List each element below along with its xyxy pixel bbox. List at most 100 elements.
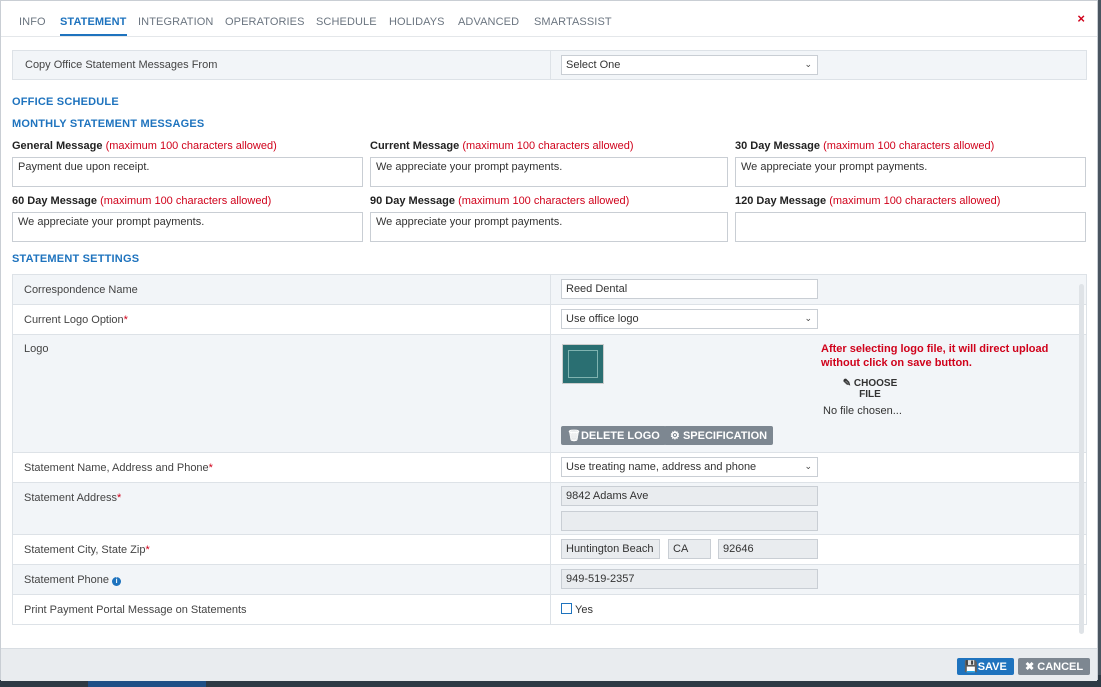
- choose-file-label: CHOOSE FILE: [853, 378, 898, 400]
- logo-row: Logo After selecting logo file, it will …: [13, 335, 1086, 453]
- current-message-label-text: Current Message: [370, 140, 460, 152]
- state-input[interactable]: CA: [668, 539, 711, 559]
- statement-phone-row: Statement Phone i 949-519-2357: [13, 565, 1086, 595]
- day90-message-input[interactable]: We appreciate your prompt payments.: [370, 212, 728, 242]
- row-divider: [550, 535, 551, 564]
- logo-label: Logo: [24, 343, 49, 355]
- tab-operatories[interactable]: OPERATORIES: [225, 16, 305, 28]
- row-divider: [550, 305, 551, 334]
- statement-phone-label: Statement Phone i: [24, 574, 122, 586]
- logo-option-label-text: Current Logo Option: [24, 314, 124, 326]
- day120-message-label: 120 Day Message (maximum 100 characters …: [735, 195, 1000, 207]
- gears-icon: ⚙: [670, 430, 680, 442]
- trash-icon: 🗑: [567, 430, 581, 442]
- current-message-note: (maximum 100 characters allowed): [462, 140, 634, 152]
- name-address-phone-label: Statement Name, Address and Phone*: [24, 462, 213, 474]
- row-divider: [550, 275, 551, 304]
- general-message-label: General Message (maximum 100 characters …: [12, 140, 277, 152]
- correspondence-name-input[interactable]: Reed Dental: [561, 279, 818, 299]
- city-state-zip-row: Statement City, State Zip* Huntington Be…: [13, 535, 1086, 565]
- info-icon[interactable]: i: [112, 577, 122, 586]
- day60-message-note: (maximum 100 characters allowed): [100, 195, 272, 207]
- day60-message-label-text: 60 Day Message: [12, 195, 97, 207]
- office-schedule-title: OFFICE SCHEDULE: [12, 96, 119, 108]
- vertical-scrollbar[interactable]: [1079, 284, 1084, 634]
- close-icon[interactable]: ×: [1077, 11, 1085, 26]
- day90-message-label-text: 90 Day Message: [370, 195, 455, 207]
- office-settings-modal: INFO STATEMENT INTEGRATION OPERATORIES S…: [0, 0, 1098, 681]
- delete-logo-label: DELETE LOGO: [580, 430, 660, 442]
- row-divider: [550, 565, 551, 594]
- tab-info[interactable]: INFO: [19, 16, 46, 28]
- day90-message-note: (maximum 100 characters allowed): [458, 195, 630, 207]
- statement-phone-label-text: Statement Phone: [24, 574, 110, 586]
- copy-messages-label: Copy Office Statement Messages From: [25, 59, 218, 71]
- specification-label: SPECIFICATION: [682, 430, 768, 442]
- name-address-phone-label-text: Statement Name, Address and Phone: [24, 462, 209, 474]
- portal-message-row: Print Payment Portal Message on Statemen…: [13, 595, 1086, 625]
- tab-smartassist[interactable]: SMARTASSIST: [534, 16, 612, 28]
- zip-input[interactable]: 92646: [718, 539, 818, 559]
- monthly-messages-title: MONTHLY STATEMENT MESSAGES: [12, 118, 205, 130]
- logo-option-select[interactable]: Use office logo ⌄: [561, 309, 818, 329]
- required-marker: *: [208, 462, 213, 474]
- day30-message-label: 30 Day Message (maximum 100 characters a…: [735, 140, 994, 152]
- city-state-zip-label: Statement City, State Zip*: [24, 544, 150, 556]
- day30-message-note: (maximum 100 characters allowed): [823, 140, 995, 152]
- portal-message-label: Print Payment Portal Message on Statemen…: [24, 604, 247, 616]
- specification-button[interactable]: ⚙ SPECIFICATION: [664, 426, 774, 445]
- portal-message-yes-label: Yes: [575, 604, 593, 616]
- name-address-phone-select[interactable]: Use treating name, address and phone ⌄: [561, 457, 818, 477]
- city-state-zip-label-text: Statement City, State Zip: [24, 544, 146, 556]
- required-marker: *: [116, 492, 122, 504]
- row-divider: [550, 51, 551, 79]
- copy-messages-value: Select One: [566, 59, 621, 71]
- day60-message-label: 60 Day Message (maximum 100 characters a…: [12, 195, 271, 207]
- statement-address-label: Statement Address*: [24, 492, 121, 504]
- current-message-input[interactable]: We appreciate your prompt payments.: [370, 157, 728, 187]
- row-divider: [550, 453, 551, 482]
- copy-messages-select[interactable]: Select One ⌄: [561, 55, 818, 75]
- chevron-down-icon: ⌄: [804, 313, 812, 323]
- choose-file-button[interactable]: ✎ CHOOSE FILE: [835, 378, 905, 400]
- tab-schedule[interactable]: SCHEDULE: [316, 16, 377, 28]
- day120-message-input[interactable]: [735, 212, 1086, 242]
- day30-message-input[interactable]: We appreciate your prompt payments.: [735, 157, 1086, 187]
- day120-message-label-text: 120 Day Message: [735, 195, 827, 207]
- name-address-phone-row: Statement Name, Address and Phone* Use t…: [13, 453, 1086, 483]
- day120-message-note: (maximum 100 characters allowed): [829, 195, 1001, 207]
- tab-integration[interactable]: INTEGRATION: [138, 16, 213, 28]
- floppy-icon: 💾: [964, 661, 978, 673]
- day60-message-input[interactable]: We appreciate your prompt payments.: [12, 212, 363, 242]
- no-file-text: No file chosen...: [823, 405, 902, 417]
- current-message-label: Current Message (maximum 100 characters …: [370, 140, 634, 152]
- logo-emblem: [568, 350, 598, 378]
- name-address-phone-value: Use treating name, address and phone: [566, 461, 757, 473]
- general-message-input[interactable]: Payment due upon receipt.: [12, 157, 363, 187]
- pencil-icon: ✎: [842, 378, 852, 389]
- tab-holidays[interactable]: HOLIDAYS: [389, 16, 445, 28]
- city-input[interactable]: Huntington Beach: [561, 539, 660, 559]
- modal-footer: 💾SAVE ✖ CANCEL: [1, 648, 1097, 681]
- chevron-down-icon: ⌄: [804, 461, 812, 471]
- logo-option-row: Current Logo Option* Use office logo ⌄: [13, 305, 1086, 335]
- tab-advanced[interactable]: ADVANCED: [458, 16, 519, 28]
- required-marker: *: [123, 314, 128, 326]
- tab-statement[interactable]: STATEMENT: [60, 16, 127, 36]
- delete-logo-button[interactable]: 🗑DELETE LOGO: [561, 426, 666, 445]
- office-logo-image: [562, 344, 604, 384]
- portal-message-checkbox[interactable]: [561, 603, 572, 614]
- cancel-button[interactable]: ✖ CANCEL: [1018, 658, 1091, 675]
- logo-upload-warning: After selecting logo file, it will direc…: [821, 343, 1049, 369]
- address-line2-input[interactable]: [561, 511, 818, 531]
- save-button[interactable]: 💾SAVE: [957, 658, 1014, 675]
- statement-address-label-text: Statement Address: [24, 492, 117, 504]
- address-line1-input[interactable]: 9842 Adams Ave: [561, 486, 818, 506]
- row-divider: [550, 483, 551, 534]
- statement-phone-input[interactable]: 949-519-2357: [561, 569, 818, 589]
- row-divider: [550, 595, 551, 625]
- close-icon: ✖: [1025, 661, 1035, 673]
- required-marker: *: [145, 544, 150, 556]
- logo-option-value: Use office logo: [566, 313, 639, 325]
- chevron-down-icon: ⌄: [804, 59, 812, 69]
